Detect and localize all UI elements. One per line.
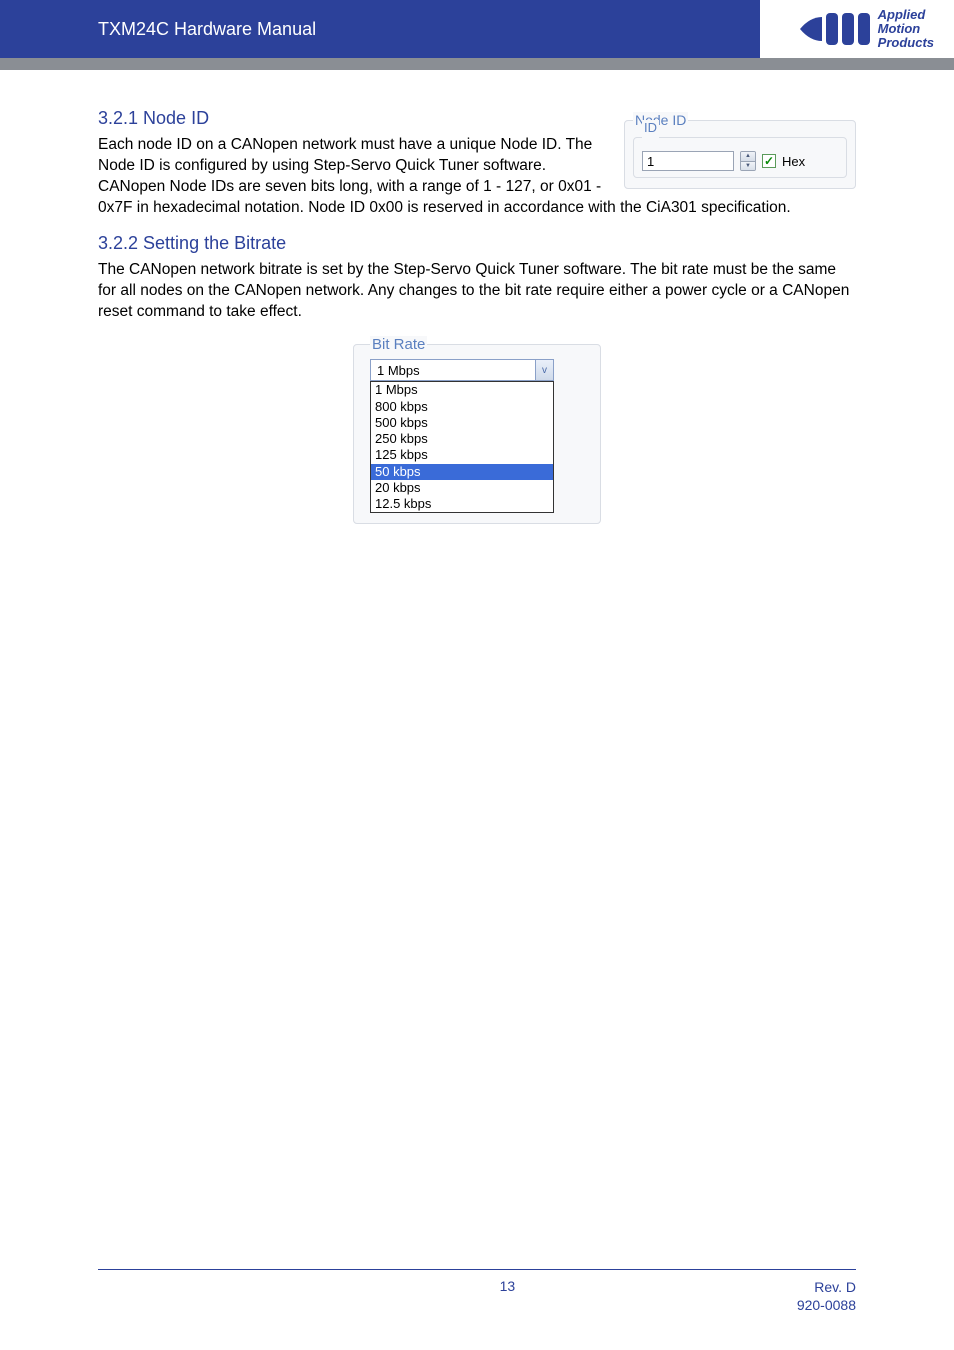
bitrate-selected: 1 Mbps (371, 363, 426, 378)
section-heading-bitrate: 3.2.2 Setting the Bitrate (98, 233, 856, 254)
document-title: TXM24C Hardware Manual (98, 19, 316, 40)
bitrate-option[interactable]: 50 kbps (371, 464, 553, 480)
node-id-widget: Node ID ID ▲ ▼ ✓ Hex (624, 112, 856, 189)
hex-label: Hex (782, 154, 805, 169)
bitrate-fieldset: Bit Rate 1 Mbps v 1 Mbps800 kbps500 kbps… (353, 336, 601, 524)
section-body-bitrate: The CANopen network bitrate is set by th… (98, 260, 856, 323)
header-bar: TXM24C Hardware Manual Applied Motion Pr… (0, 0, 954, 58)
bitrate-legend: Bit Rate (370, 336, 427, 353)
bitrate-combobox[interactable]: 1 Mbps v (370, 359, 554, 381)
page-footer: 13 Rev. D 920-0088 (98, 1269, 856, 1314)
bitrate-option[interactable]: 1 Mbps (371, 382, 553, 398)
revision-label: Rev. D (797, 1278, 856, 1296)
node-id-input[interactable] (642, 151, 734, 171)
bitrate-widget: Bit Rate 1 Mbps v 1 Mbps800 kbps500 kbps… (353, 336, 601, 524)
company-logo-icon (800, 9, 870, 49)
dropdown-arrow-icon[interactable]: v (535, 360, 553, 380)
header-divider (0, 58, 954, 70)
node-id-inner-fieldset: ID ▲ ▼ ✓ Hex (633, 130, 847, 178)
spinner-down-icon[interactable]: ▼ (741, 162, 755, 171)
page-number: 13 (218, 1278, 797, 1294)
bitrate-option[interactable]: 12.5 kbps (371, 496, 553, 512)
bitrate-option[interactable]: 125 kbps (371, 447, 553, 463)
company-logo-text: Applied Motion Products (878, 8, 934, 51)
node-id-spinner[interactable]: ▲ ▼ (740, 151, 756, 171)
node-id-fieldset: Node ID ID ▲ ▼ ✓ Hex (624, 112, 856, 189)
logo-area: Applied Motion Products (760, 0, 954, 58)
page-body: Node ID ID ▲ ▼ ✓ Hex 3.2.1 Node ID Each … (0, 70, 954, 524)
logo-line3: Products (878, 35, 934, 50)
bitrate-dropdown-list[interactable]: 1 Mbps800 kbps500 kbps250 kbps125 kbps50… (370, 381, 554, 513)
spinner-up-icon[interactable]: ▲ (741, 152, 755, 162)
bitrate-option[interactable]: 20 kbps (371, 480, 553, 496)
logo-line1: Applied (878, 7, 926, 22)
logo-line2: Motion (878, 21, 921, 36)
footer-divider (98, 1269, 856, 1270)
document-number: 920-0088 (797, 1296, 856, 1314)
bitrate-option[interactable]: 800 kbps (371, 399, 553, 415)
bitrate-option[interactable]: 500 kbps (371, 415, 553, 431)
bitrate-option[interactable]: 250 kbps (371, 431, 553, 447)
node-id-inner-legend: ID (642, 120, 659, 135)
hex-checkbox[interactable]: ✓ (762, 154, 776, 168)
